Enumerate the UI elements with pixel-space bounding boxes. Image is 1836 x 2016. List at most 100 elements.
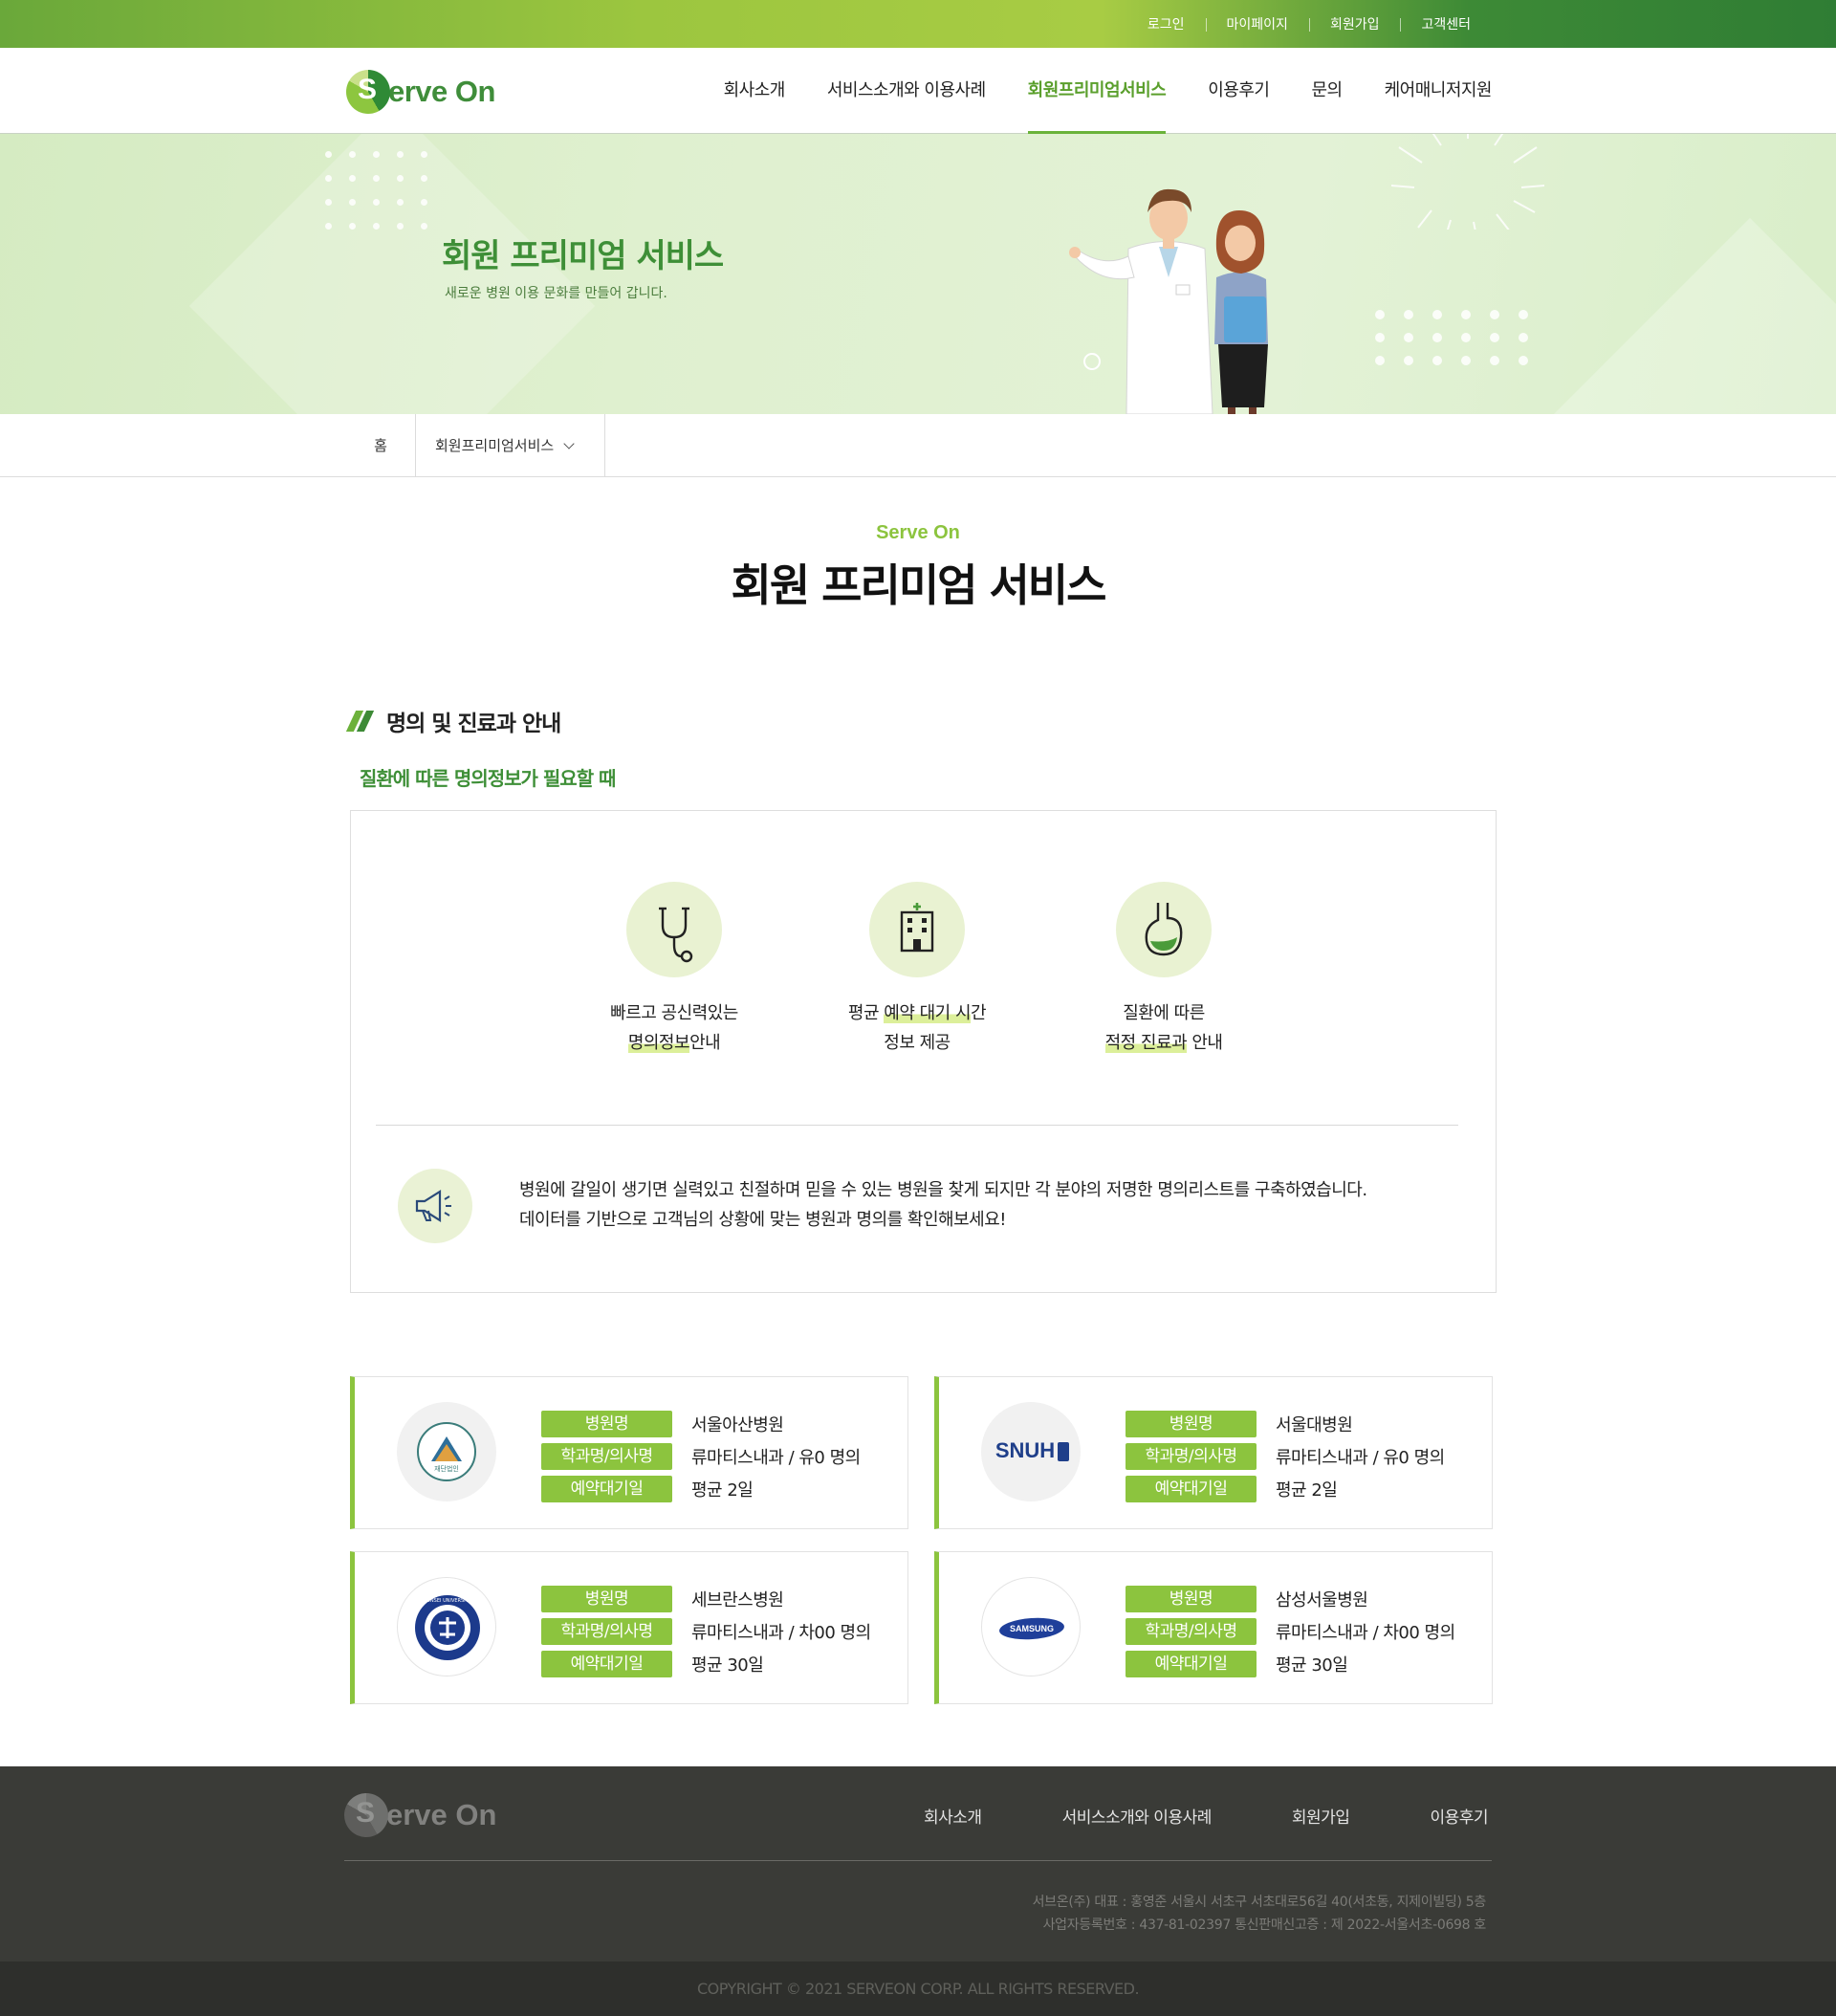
svg-text:재단법인: 재단법인 bbox=[434, 1464, 459, 1473]
hospital-info: 병원명 삼성서울병원 학과명/의사명 류마티스내과 / 차00 명의 예약대기일 평균… bbox=[1126, 1583, 1455, 1680]
breadcrumb: 홈 회원프리미엄서비스 bbox=[0, 414, 1836, 477]
nav-service-cases[interactable]: 서비스소개와 이용사례 bbox=[827, 48, 986, 134]
top-utility-bar: 로그인 마이페이지 회원가입 고객센터 bbox=[0, 0, 1836, 48]
hero-decor-shape bbox=[1546, 217, 1836, 414]
mypage-link[interactable]: 마이페이지 bbox=[1205, 14, 1309, 33]
hospital-name: 서울아산병원 bbox=[691, 1415, 784, 1435]
wait-badge: 예약대기일 bbox=[1126, 1651, 1257, 1677]
feature-item: 질환에 따른 적정 진료과 안내 bbox=[1049, 882, 1279, 1058]
double-slash-icon bbox=[345, 711, 375, 732]
snuh-logo: SNUH bbox=[981, 1402, 1081, 1501]
wait-badge: 예약대기일 bbox=[541, 1651, 672, 1677]
hospital-icon bbox=[869, 882, 965, 977]
section-heading: 명의 및 진료과 안내 bbox=[345, 705, 561, 737]
page-title: 회원 프리미엄 서비스 bbox=[731, 559, 1107, 611]
department-badge: 학과명/의사명 bbox=[1126, 1443, 1257, 1470]
nav-reviews[interactable]: 이용후기 bbox=[1208, 48, 1270, 134]
footer-nav-service-cases[interactable]: 서비스소개와 이용사례 bbox=[1062, 1804, 1213, 1828]
copyright: COPYRIGHT © 2021 SERVEON CORP. ALL RIGHT… bbox=[0, 1961, 1836, 2016]
nav-inquiry[interactable]: 문의 bbox=[1311, 48, 1343, 134]
hospital-name: 세브란스병원 bbox=[691, 1590, 784, 1611]
department-doctor: 류마티스내과 / 차00 명의 bbox=[691, 1623, 871, 1643]
hospital-card[interactable]: 재단법인 병원명 서울아산병원 학과명/의사명 류마티스내과 / 유0 명의 예약대… bbox=[350, 1376, 908, 1529]
stethoscope-icon bbox=[626, 882, 722, 977]
wait-days: 평균 2일 bbox=[1276, 1480, 1338, 1501]
nav-premium-service[interactable]: 회원프리미엄서비스 bbox=[1027, 48, 1167, 134]
company-registration: 사업자등록번호 : 437-81-02397 통신판매신고증 : 제 2022-… bbox=[1042, 1917, 1487, 1933]
department-doctor: 류마티스내과 / 유0 명의 bbox=[691, 1448, 861, 1468]
hospital-name-badge: 병원명 bbox=[1126, 1411, 1257, 1437]
description-line: 데이터를 기반으로 고객님의 상황에 맞는 병원과 명의를 확인해보세요! bbox=[519, 1210, 1007, 1230]
section-brand-label: Serve On bbox=[876, 522, 960, 543]
department-doctor: 류마티스내과 / 유0 명의 bbox=[1276, 1448, 1445, 1468]
svg-text:SAMSUNG: SAMSUNG bbox=[1010, 1624, 1054, 1633]
hospital-info: 병원명 서울대병원 학과명/의사명 류마티스내과 / 유0 명의 예약대기일 평균 2… bbox=[1126, 1408, 1445, 1505]
footer-nav-reviews[interactable]: 이용후기 bbox=[1430, 1804, 1488, 1828]
breadcrumb-current-dropdown[interactable]: 회원프리미엄서비스 bbox=[415, 414, 604, 477]
hospital-name-badge: 병원명 bbox=[541, 1411, 672, 1437]
feature-info-box: 빠르고 공신력있는 명의정보안내 평균 예약 대기 시간 정보 제공 질환에 따… bbox=[350, 810, 1497, 1293]
wait-days: 평균 30일 bbox=[1276, 1655, 1348, 1676]
hospital-name: 삼성서울병원 bbox=[1276, 1590, 1368, 1611]
main-nav: 회사소개 서비스소개와 이용사례 회원프리미엄서비스 이용후기 문의 케어매니저… bbox=[682, 48, 1493, 134]
support-link[interactable]: 고객센터 bbox=[1400, 14, 1492, 33]
hospital-name-badge: 병원명 bbox=[1126, 1586, 1257, 1612]
wait-days: 평균 2일 bbox=[691, 1480, 754, 1501]
svg-text:YONSEI UNIVERSITY: YONSEI UNIVERSITY bbox=[423, 1598, 471, 1604]
utility-links: 로그인 마이페이지 회원가입 고객센터 bbox=[1126, 0, 1492, 48]
service-description: 병원에 갈일이 생기면 실력있고 친절하며 믿을 수 있는 병원을 찾게 되지만… bbox=[519, 1175, 1367, 1235]
yonsei-logo: YONSEI UNIVERSITY bbox=[397, 1577, 496, 1676]
feature-text: 질환에 따른 적정 진료과 안내 bbox=[1104, 1003, 1223, 1053]
nav-company[interactable]: 회사소개 bbox=[724, 48, 786, 134]
wait-badge: 예약대기일 bbox=[541, 1476, 672, 1502]
footer-divider bbox=[344, 1860, 1492, 1861]
feature-item: 평균 예약 대기 시간 정보 제공 bbox=[802, 882, 1032, 1058]
asan-logo: 재단법인 bbox=[397, 1402, 496, 1501]
footer-logo[interactable]: S erve On bbox=[344, 1793, 496, 1837]
signup-link[interactable]: 회원가입 bbox=[1308, 14, 1401, 33]
site-header: S erve On 회사소개 서비스소개와 이용사례 회원프리미엄서비스 이용후… bbox=[0, 48, 1836, 134]
wait-days: 평균 30일 bbox=[691, 1655, 764, 1676]
logo-text: erve On bbox=[388, 75, 495, 108]
footer-logo-text: erve On bbox=[386, 1798, 497, 1831]
chevron-down-icon bbox=[563, 438, 575, 449]
breadcrumb-home[interactable]: 홈 bbox=[346, 414, 415, 477]
doctor-nurse-illustration bbox=[1069, 188, 1268, 414]
site-footer: S erve On 회사소개 서비스소개와 이용사례 회원가입 이용후기 서브온… bbox=[0, 1766, 1836, 1961]
footer-nav-signup[interactable]: 회원가입 bbox=[1292, 1804, 1350, 1828]
hospital-name: 서울대병원 bbox=[1276, 1415, 1353, 1435]
section-subtitle: 질환에 따른 명의정보가 필요할 때 bbox=[360, 767, 616, 790]
company-info: 서브온(주) 대표 : 홍영준 서울시 서초구 서초대로56길 40(서초동, … bbox=[1032, 1891, 1487, 1937]
footer-nav: 회사소개 서비스소개와 이용사례 회원가입 이용후기 bbox=[843, 1793, 1488, 1837]
logo-mark: S bbox=[346, 70, 390, 114]
samsung-logo: SAMSUNG bbox=[981, 1577, 1081, 1676]
megaphone-icon bbox=[398, 1169, 472, 1243]
hero-subtitle: 새로운 병원 이용 문화를 만들어 갑니다. bbox=[445, 286, 667, 301]
breadcrumb-divider bbox=[604, 414, 605, 477]
department-doctor: 류마티스내과 / 차00 명의 bbox=[1276, 1623, 1455, 1643]
hero-dot-pattern bbox=[1375, 310, 1547, 379]
company-address: 서브온(주) 대표 : 홍영준 서울시 서초구 서초대로56길 40(서초동, … bbox=[1032, 1895, 1487, 1910]
hero-sunburst-decor bbox=[1391, 134, 1544, 230]
stomach-icon bbox=[1116, 882, 1212, 977]
hero-dot-pattern bbox=[325, 151, 445, 247]
description-line: 병원에 갈일이 생기면 실력있고 친절하며 믿을 수 있는 병원을 찾게 되지만… bbox=[519, 1180, 1367, 1200]
hospital-card[interactable]: SNUH 병원명 서울대병원 학과명/의사명 류마티스내과 / 유0 명의 예약대기… bbox=[934, 1376, 1493, 1529]
section-title: 명의 및 진료과 안내 bbox=[386, 712, 561, 736]
hospital-card[interactable]: YONSEI UNIVERSITY 병원명 세브란스병원 학과명/의사명 류마티스내… bbox=[350, 1551, 908, 1704]
department-badge: 학과명/의사명 bbox=[541, 1443, 672, 1470]
wait-badge: 예약대기일 bbox=[1126, 1476, 1257, 1502]
hospital-name-badge: 병원명 bbox=[541, 1586, 672, 1612]
hero-title: 회원 프리미엄 서비스 bbox=[442, 237, 724, 275]
feature-text: 빠르고 공신력있는 명의정보안내 bbox=[610, 1003, 738, 1053]
nav-care-manager[interactable]: 케어매니저지원 bbox=[1385, 48, 1493, 134]
feature-item: 빠르고 공신력있는 명의정보안내 bbox=[559, 882, 789, 1058]
login-link[interactable]: 로그인 bbox=[1126, 14, 1206, 33]
hospital-info: 병원명 세브란스병원 학과명/의사명 류마티스내과 / 차00 명의 예약대기일 평균… bbox=[541, 1583, 871, 1680]
department-badge: 학과명/의사명 bbox=[541, 1618, 672, 1645]
site-logo[interactable]: S erve On bbox=[346, 69, 495, 115]
footer-nav-company[interactable]: 회사소개 bbox=[924, 1804, 982, 1828]
hospital-card[interactable]: SAMSUNG 병원명 삼성서울병원 학과명/의사명 류마티스내과 / 차00 명의… bbox=[934, 1551, 1493, 1704]
breadcrumb-current-label: 회원프리미엄서비스 bbox=[435, 437, 555, 454]
hospital-info: 병원명 서울아산병원 학과명/의사명 류마티스내과 / 유0 명의 예약대기일 평균 … bbox=[541, 1408, 861, 1505]
